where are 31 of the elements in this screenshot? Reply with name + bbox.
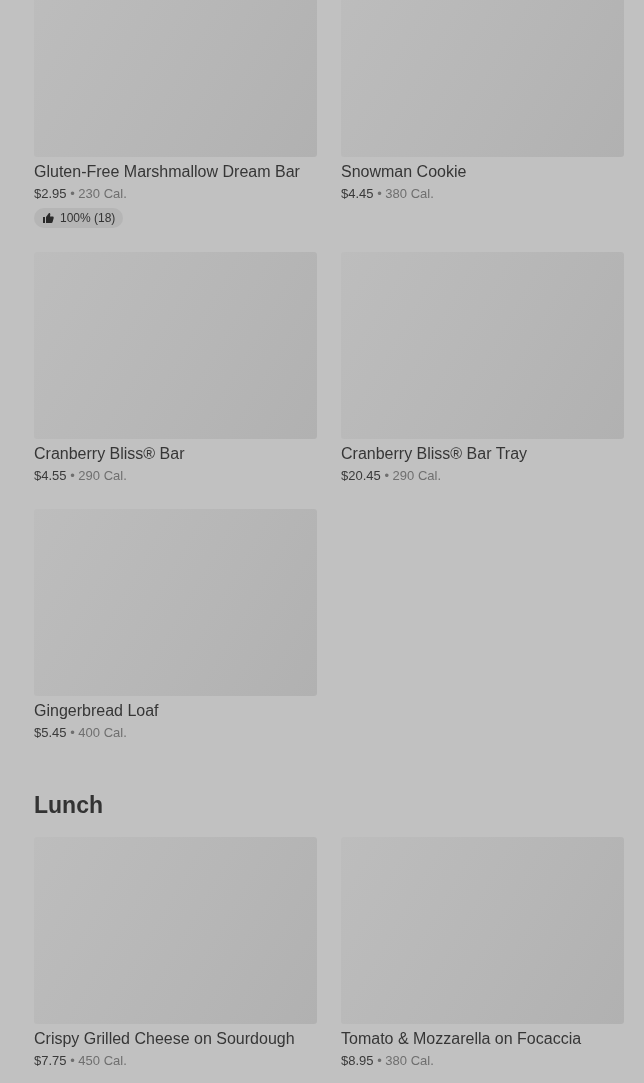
item-price: $2.95 bbox=[34, 186, 67, 201]
separator-dot: • bbox=[70, 725, 75, 740]
item-name: Crispy Grilled Cheese on Sourdough bbox=[34, 1030, 296, 1048]
item-name: Snowman Cookie bbox=[341, 163, 468, 181]
separator-dot: • bbox=[70, 1053, 75, 1068]
item-calories: 380 Cal. bbox=[385, 186, 434, 201]
separator-dot: • bbox=[377, 186, 382, 201]
rating-badge: 100% (18) bbox=[34, 208, 124, 228]
section-title: Lunch bbox=[34, 791, 104, 820]
item-name: Cranberry Bliss® Bar bbox=[34, 445, 186, 463]
separator-dot: • bbox=[384, 468, 389, 483]
item-calories: 290 Cal. bbox=[78, 468, 127, 483]
separator-dot: • bbox=[70, 186, 75, 201]
item-price: $20.45 bbox=[341, 468, 381, 483]
item-name: Gluten-Free Marshmallow Dream Bar bbox=[34, 163, 301, 181]
item-price: $4.55 bbox=[34, 468, 67, 483]
item-calories: 400 Cal. bbox=[78, 725, 127, 740]
item-name: Gingerbread Loaf bbox=[34, 702, 160, 720]
item-price: $4.45 bbox=[341, 186, 374, 201]
thumbs-up-icon bbox=[42, 212, 54, 224]
item-calories: 450 Cal. bbox=[78, 1053, 127, 1068]
item-price: $7.75 bbox=[34, 1053, 67, 1068]
item-calories: 230 Cal. bbox=[78, 186, 127, 201]
item-price: $5.45 bbox=[34, 725, 67, 740]
item-calories: 290 Cal. bbox=[392, 468, 441, 483]
separator-dot: • bbox=[377, 1053, 382, 1068]
item-price: $8.95 bbox=[341, 1053, 374, 1068]
item-calories: 380 Cal. bbox=[385, 1053, 434, 1068]
item-name: Tomato & Mozzarella on Focaccia bbox=[341, 1030, 583, 1048]
separator-dot: • bbox=[70, 468, 75, 483]
item-name: Cranberry Bliss® Bar Tray bbox=[341, 445, 529, 463]
